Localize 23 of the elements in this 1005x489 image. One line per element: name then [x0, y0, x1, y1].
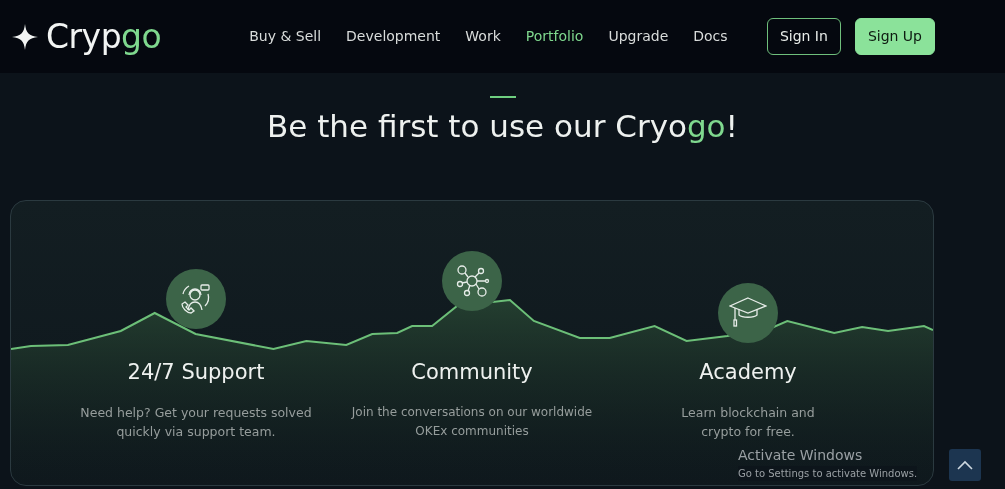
nav-link[interactable]: Portfolio — [525, 26, 584, 47]
feature-description: Learn blockchain and crypto for free. — [680, 403, 816, 441]
nav-link[interactable]: Development — [346, 26, 441, 47]
activation-title: Activate Windows — [738, 446, 863, 465]
sparkle-icon — [12, 23, 38, 50]
feature-title: Community — [411, 359, 533, 387]
nav-link[interactable]: Buy & Sell — [249, 26, 322, 47]
support-agent-icon — [179, 282, 213, 317]
feature-title: 24/7 Support — [127, 359, 265, 387]
nav-link[interactable]: Work — [465, 26, 501, 47]
section-heading: Be the first to use our Cryogo! — [265, 108, 740, 146]
network-people-icon — [454, 263, 490, 300]
feature-description: Need help? Get your requests solved quickly via support team. — [79, 403, 313, 441]
sign-in-button[interactable]: Sign In — [766, 18, 841, 55]
feature-title: Academy — [699, 359, 797, 387]
brand-logo[interactable]: Crypgo — [46, 11, 162, 62]
chevron-up-icon — [957, 460, 973, 470]
sign-up-button[interactable]: Sign Up — [854, 18, 935, 55]
activation-message: Go to Settings to activate Windows. — [738, 466, 918, 481]
feature-description: Join the conversations on our worldwide OKEx communities — [350, 403, 594, 440]
scroll-top-button[interactable] — [949, 449, 981, 481]
nav-link[interactable]: Docs — [693, 26, 728, 47]
nav-link[interactable]: Upgrade — [608, 26, 669, 47]
